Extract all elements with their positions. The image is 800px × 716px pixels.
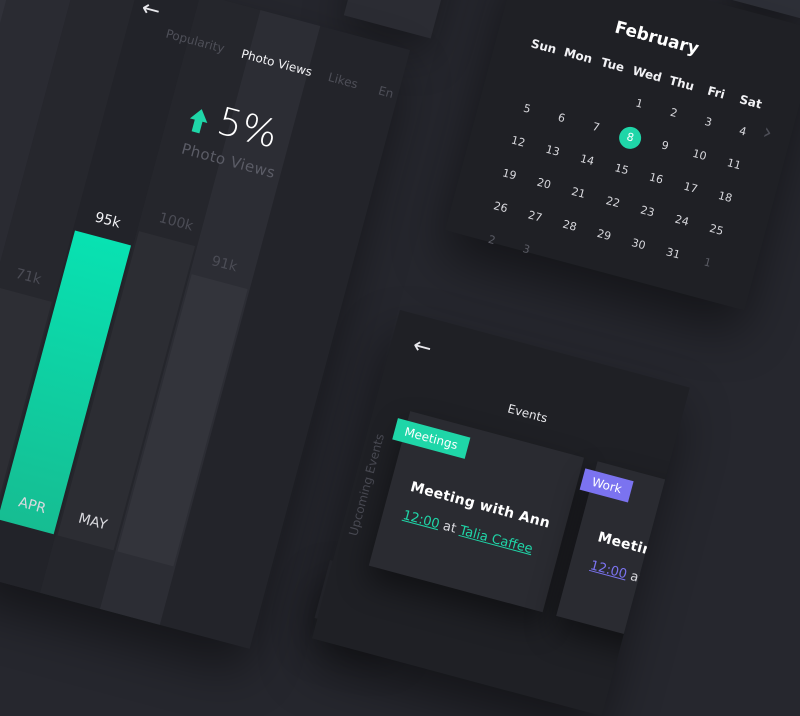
calendar-day-number: 6	[556, 110, 567, 126]
calendar-day[interactable]: 7	[576, 113, 616, 142]
calendar-day[interactable]: 29	[584, 221, 624, 250]
weekday-label: Thu	[667, 73, 696, 94]
calendar-day[interactable]: 20	[524, 170, 564, 199]
calendar-day-number: 24	[673, 212, 691, 229]
calendar-day-number: 2	[668, 105, 679, 121]
calendar-day-number: 17	[682, 179, 700, 196]
calendar-day-number: 31	[664, 245, 682, 262]
calendar-day-number: 9	[659, 138, 671, 153]
calendar-day-number: 19	[500, 166, 518, 183]
weekday-label: Mon	[562, 45, 594, 67]
event-card[interactable]: Work Meeting 12:00 at	[556, 461, 690, 645]
tab-engagement[interactable]: En	[377, 84, 395, 101]
event-title: Meeting	[595, 529, 665, 562]
event-time-link[interactable]: 12:00	[588, 558, 628, 582]
calendar-day-number: 3	[521, 242, 532, 257]
calendar-day-number: 27	[526, 208, 544, 225]
calendar-day-number: 28	[561, 217, 579, 234]
calendar-day-number: 1	[702, 255, 713, 270]
calendar-empty-cell	[550, 71, 590, 100]
calendar-day[interactable]: 6	[542, 104, 582, 133]
calendar-day-number: 26	[492, 199, 510, 216]
calendar-day[interactable]: 21	[558, 179, 598, 208]
calendar-empty-cell	[585, 81, 625, 110]
event-time-link[interactable]: 12:00	[401, 508, 441, 532]
calendar-day-number: 21	[569, 184, 587, 201]
calendar-day[interactable]: 11	[714, 150, 754, 179]
calendar-day-number: 23	[638, 203, 656, 220]
calendar-day-number: 13	[544, 142, 562, 159]
calendar-day-number: 2	[486, 232, 497, 248]
calendar-day[interactable]: 1	[619, 90, 659, 119]
calendar-day[interactable]: 30	[619, 230, 659, 259]
weekday-label: Wed	[631, 63, 664, 85]
weekday-label: Tue	[599, 55, 626, 75]
event-tag[interactable]: Work	[579, 468, 635, 503]
calendar-day-number: 29	[595, 226, 613, 244]
calendar-day-number: 18	[716, 188, 734, 206]
calendar-day[interactable]: 2	[654, 99, 694, 128]
calendar-day[interactable]: 28	[550, 212, 590, 241]
calendar-day-number: 25	[707, 221, 725, 238]
calendar-day-number: 22	[604, 194, 622, 211]
calendar-day[interactable]: 18	[705, 183, 745, 212]
weekday-label: Sun	[529, 36, 558, 57]
calendar-day-number: 16	[647, 170, 665, 187]
calendar-day[interactable]: 8	[611, 123, 651, 152]
weekday-label: Sat	[738, 92, 764, 112]
calendar-day[interactable]: 17	[671, 174, 711, 203]
calendar-day-number: 4	[737, 124, 748, 139]
calendar-day[interactable]: 24	[662, 207, 702, 236]
calendar-day-number: 5	[521, 101, 533, 116]
event-meta: 12:00 at	[588, 558, 645, 587]
calendar-empty-cell	[516, 62, 556, 91]
calendar-day[interactable]: 26	[481, 193, 521, 222]
calendar-grid: Sun Mon Tue Wed Thu Fri Sat 1 2 3 4 5 6 7 8 9 10 11 12 13 14…	[472, 35, 770, 310]
back-arrow-icon[interactable]: ←	[410, 333, 434, 362]
calendar-day[interactable]: 4	[723, 118, 763, 147]
calendar-panel: ‹ February › SunMonTueWedThuFriSat123456…	[444, 0, 800, 311]
calendar-day[interactable]: 27	[515, 203, 555, 232]
calendar-day-number: 1	[634, 96, 645, 111]
event-at: at	[441, 518, 458, 537]
event-tag[interactable]: Meetings	[392, 418, 471, 459]
arrow-up-icon	[189, 106, 211, 134]
calendar-day[interactable]: 9	[645, 132, 685, 161]
calendar-day[interactable]: 13	[533, 137, 573, 166]
calendar-day[interactable]: 12	[498, 128, 538, 157]
calendar-day[interactable]: 15	[602, 155, 642, 184]
calendar-day[interactable]: 16	[636, 165, 676, 194]
calendar-day-number: 15	[613, 161, 631, 178]
calendar-day-number: 7	[590, 120, 602, 135]
calendar-day[interactable]: 2	[472, 226, 512, 255]
calendar-day-number: 8	[616, 124, 644, 152]
calendar-day[interactable]: 10	[680, 141, 720, 170]
calendar-day-number: 10	[691, 146, 708, 164]
calendar-day[interactable]: 31	[653, 240, 693, 269]
calendar-day-number: 11	[725, 156, 743, 173]
calendar-day-number: 3	[703, 114, 714, 130]
weekday-label: Fri	[705, 83, 727, 102]
calendar-day[interactable]: 19	[489, 161, 529, 190]
calendar-day[interactable]: 1	[688, 249, 728, 278]
calendar-day-number: 30	[630, 236, 648, 253]
calendar-day-number: 14	[578, 151, 596, 169]
calendar-day-number: 12	[509, 133, 527, 150]
event-at: at	[628, 568, 646, 587]
calendar-day[interactable]: 22	[593, 188, 633, 217]
event-place-link[interactable]: Talia Caffee	[458, 523, 534, 557]
calendar-day[interactable]: 5	[507, 95, 547, 124]
background-strip	[343, 0, 467, 39]
calendar-day[interactable]: 3	[688, 108, 728, 137]
calendar-day-number: 20	[535, 175, 553, 192]
calendar-day[interactable]: 23	[627, 198, 667, 227]
calendar-day[interactable]: 25	[696, 216, 736, 245]
events-panel: ← Events Upcoming Events Meetings Meetin…	[312, 310, 690, 716]
tab-likes[interactable]: Likes	[327, 70, 360, 91]
calendar-day[interactable]: 14	[567, 146, 607, 175]
calendar-day[interactable]: 3	[506, 236, 546, 265]
event-card[interactable]: Meetings Meeting with Ann 12:00 at Talia…	[368, 411, 585, 613]
